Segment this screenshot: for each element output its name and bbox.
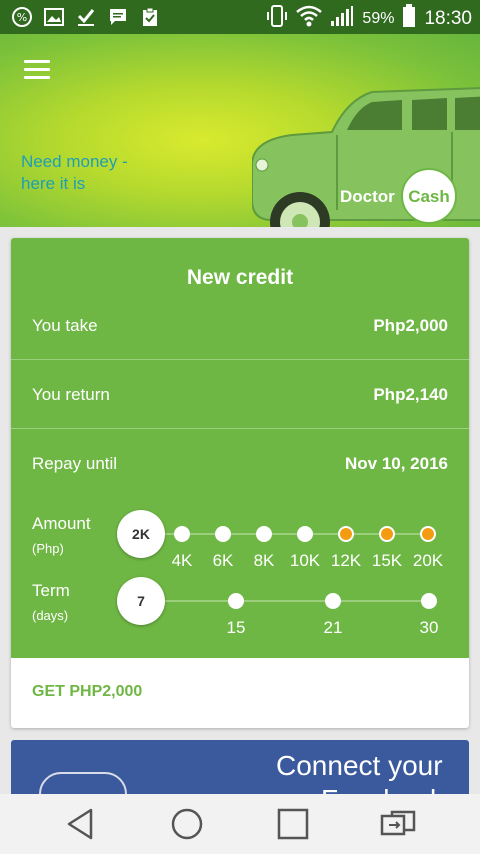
amount-dot-8k[interactable] bbox=[256, 526, 272, 542]
amount-tick: 12K bbox=[330, 551, 362, 570]
you-take-value: Php2,000 bbox=[373, 316, 448, 335]
logo-cash-text: Cash bbox=[408, 187, 450, 206]
svg-text:%: % bbox=[17, 11, 27, 24]
image-icon bbox=[42, 5, 66, 29]
clipboard-check-icon bbox=[138, 5, 162, 29]
back-icon[interactable] bbox=[63, 806, 99, 842]
message-icon bbox=[106, 5, 130, 29]
you-return-value: Php2,140 bbox=[373, 385, 448, 404]
amount-dot-10k[interactable] bbox=[297, 526, 313, 542]
facebook-connect-line1: Connect your bbox=[276, 750, 443, 781]
you-take-label: You take bbox=[32, 316, 98, 335]
download-done-icon bbox=[74, 5, 98, 29]
status-bar: % 59% 18:30 bbox=[0, 0, 480, 34]
repay-until-label: Repay until bbox=[32, 454, 118, 473]
credit-card-panel: New credit You take Php2,000 You return … bbox=[11, 238, 469, 658]
row-you-take: You take Php2,000 bbox=[11, 292, 469, 360]
term-tick: 30 bbox=[419, 618, 439, 637]
car-illustration: Doctor Cash bbox=[252, 87, 480, 227]
recent-apps-icon[interactable] bbox=[275, 806, 311, 842]
amount-tick: 4K bbox=[171, 551, 193, 570]
amount-label: Amount bbox=[32, 514, 91, 533]
row-you-return: You return Php2,140 bbox=[11, 361, 469, 429]
amount-dot-15k[interactable] bbox=[379, 526, 395, 542]
divider bbox=[11, 359, 469, 360]
logo-doctor-text: Doctor bbox=[340, 187, 395, 206]
system-status: 59% 18:30 bbox=[266, 4, 472, 33]
hamburger-menu-icon[interactable] bbox=[24, 60, 50, 80]
facebook-connect-banner[interactable]: Connect your Facebook bbox=[11, 740, 469, 800]
battery-icon bbox=[402, 4, 416, 33]
term-dot-15[interactable] bbox=[228, 593, 244, 609]
amount-dot-12k[interactable] bbox=[338, 526, 354, 542]
amount-unit: (Php) bbox=[32, 541, 64, 556]
tagline-line-1: Need money - bbox=[21, 152, 128, 171]
row-repay-until: Repay until Nov 10, 2016 bbox=[11, 430, 469, 498]
hero-tagline: Need money - here it is bbox=[21, 151, 128, 195]
tagline-line-2: here it is bbox=[21, 174, 86, 193]
amount-dot-4k[interactable] bbox=[174, 526, 190, 542]
system-navigation-bar bbox=[0, 794, 480, 854]
amount-tick: 20K bbox=[412, 551, 444, 570]
amount-dot-6k[interactable] bbox=[215, 526, 231, 542]
amount-tick: 6K bbox=[212, 551, 234, 570]
amount-tick: 15K bbox=[371, 551, 403, 570]
amount-tick: 10K bbox=[289, 551, 321, 570]
term-tick: 15 bbox=[226, 618, 246, 637]
divider bbox=[11, 428, 469, 429]
hero-banner: Need money - here it is Doctor Cash bbox=[0, 34, 480, 227]
term-tick: 21 bbox=[323, 618, 343, 637]
get-credit-button[interactable]: GET PHP2,000 bbox=[32, 683, 142, 701]
home-icon[interactable] bbox=[169, 806, 205, 842]
card-title: New credit bbox=[186, 266, 294, 289]
term-label: Term bbox=[32, 581, 70, 600]
signal-icon bbox=[330, 5, 354, 32]
vibrate-icon bbox=[266, 4, 288, 33]
you-return-label: You return bbox=[32, 385, 110, 404]
amount-dot-20k[interactable] bbox=[420, 526, 436, 542]
term-unit: (days) bbox=[32, 608, 69, 623]
notification-icons: % bbox=[10, 5, 162, 29]
repay-until-value: Nov 10, 2016 bbox=[344, 454, 448, 473]
amount-slider-knob[interactable]: 2K bbox=[117, 510, 165, 558]
term-dot-21[interactable] bbox=[325, 593, 341, 609]
percent-badge-icon: % bbox=[10, 5, 34, 29]
term-slider-track[interactable] bbox=[141, 600, 431, 602]
dual-window-icon[interactable] bbox=[380, 806, 416, 842]
term-slider-knob[interactable]: 7 bbox=[117, 577, 165, 625]
term-dot-30[interactable] bbox=[421, 593, 437, 609]
battery-percent: 59% bbox=[362, 9, 395, 27]
wifi-icon bbox=[296, 5, 323, 32]
amount-tick: 8K bbox=[253, 551, 275, 570]
clock: 18:30 bbox=[424, 7, 472, 29]
credit-card: New credit You take Php2,000 You return … bbox=[11, 238, 469, 728]
